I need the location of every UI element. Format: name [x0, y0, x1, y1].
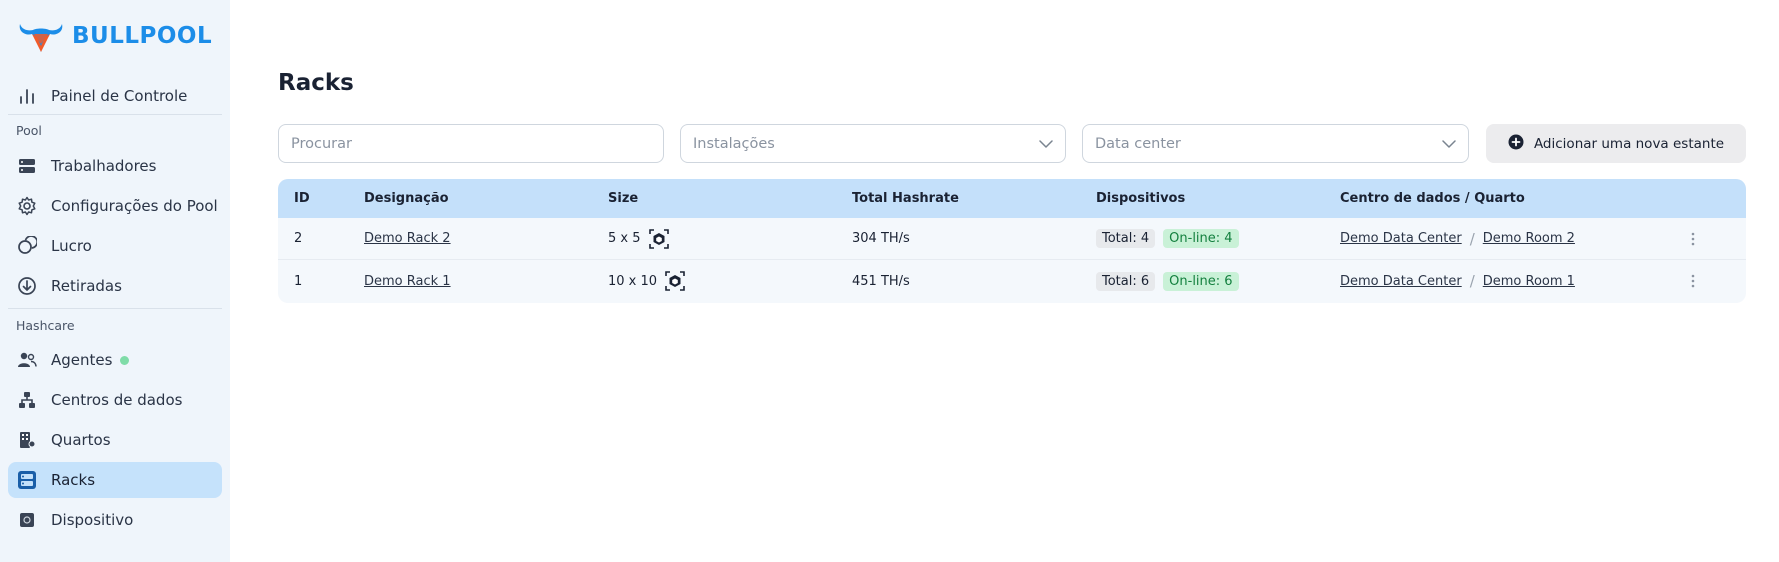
rack-size: 5 x 5: [608, 231, 641, 246]
bull-logo-icon: [19, 24, 63, 52]
sidebar-item-racks[interactable]: Racks: [8, 462, 222, 498]
header-designation: Designação: [364, 191, 449, 206]
datacenter-link[interactable]: Demo Data Center: [1340, 231, 1462, 246]
table-row[interactable]: 1 Demo Rack 1 10 x 10 451 TH/s Total: 6 …: [278, 260, 1746, 302]
sidebar-item-agents[interactable]: Agentes: [8, 342, 222, 378]
datacenter-link[interactable]: Demo Data Center: [1340, 274, 1462, 289]
sidebar-item-label: Painel de Controle: [51, 87, 188, 105]
sidebar-divider: [8, 308, 222, 309]
page-title: Racks: [278, 70, 354, 96]
header-id: ID: [294, 191, 310, 206]
building-icon: [16, 429, 38, 451]
sidebar: BULLPOOL Painel de Controle Pool Trabalh…: [0, 0, 230, 562]
chevron-down-icon: [1039, 136, 1053, 152]
server-icon: [16, 155, 38, 177]
row-id: 2: [294, 231, 303, 246]
installations-select[interactable]: Instalações: [680, 124, 1066, 163]
sidebar-item-profit[interactable]: Lucro: [8, 228, 222, 264]
online-status-dot: [120, 355, 130, 365]
sidebar-item-device[interactable]: Dispositivo: [8, 502, 222, 538]
devices-total-badge: Total: 4: [1096, 229, 1156, 248]
rack-name-link[interactable]: Demo Rack 1: [364, 274, 451, 289]
brand-name: BULLPOOL: [72, 23, 213, 49]
add-rack-label: Adicionar uma nova estante: [1533, 135, 1725, 152]
sidebar-item-dashboard[interactable]: Painel de Controle: [8, 78, 222, 114]
sidebar-item-label: Lucro: [51, 237, 92, 255]
sidebar-item-withdrawals[interactable]: Retiradas: [8, 268, 222, 304]
row-menu-icon[interactable]: [1691, 218, 1695, 259]
rack-hashrate: 304 TH/s: [852, 231, 910, 246]
header-devices: Dispositivos: [1096, 191, 1186, 206]
devices-total-badge: Total: 6: [1096, 271, 1156, 291]
hierarchy-icon: [16, 389, 38, 411]
3d-view-icon[interactable]: [648, 228, 669, 249]
table-header: ID Designação Size Total Hashrate Dispos…: [278, 179, 1746, 218]
add-rack-button[interactable]: Adicionar uma nova estante: [1486, 124, 1746, 163]
room-link[interactable]: Demo Room 1: [1483, 274, 1575, 289]
users-icon: [16, 349, 38, 371]
separator: /: [1469, 272, 1475, 290]
devices-online-badge: On-line: 4: [1163, 229, 1239, 248]
datacenter-select[interactable]: Data center: [1082, 124, 1469, 163]
sidebar-divider: [8, 114, 222, 115]
sidebar-item-label: Retiradas: [51, 277, 122, 295]
gear-icon: [16, 195, 38, 217]
sidebar-item-label: Centros de dados: [51, 391, 183, 409]
rack-name-link[interactable]: Demo Rack 2: [364, 231, 451, 246]
3d-view-icon[interactable]: [665, 271, 685, 291]
search-input[interactable]: Procurar: [278, 124, 664, 163]
chevron-down-icon: [1442, 136, 1456, 152]
rack-size: 10 x 10: [608, 273, 658, 289]
rack-hashrate: 451 TH/s: [852, 273, 910, 289]
sidebar-item-label: Agentes: [51, 351, 113, 369]
racks-table: ID Designação Size Total Hashrate Dispos…: [278, 179, 1746, 303]
separator: /: [1469, 229, 1475, 248]
sidebar-item-workers[interactable]: Trabalhadores: [8, 148, 222, 184]
sidebar-item-rooms[interactable]: Quartos: [8, 422, 222, 458]
chip-icon: [16, 509, 38, 531]
row-id: 1: [294, 273, 303, 289]
header-hashrate: Total Hashrate: [852, 191, 959, 206]
room-link[interactable]: Demo Room 2: [1483, 231, 1575, 246]
header-size: Size: [608, 191, 639, 206]
datacenter-placeholder: Data center: [1095, 135, 1181, 152]
sidebar-item-label: Trabalhadores: [51, 157, 157, 175]
bullpool-logo[interactable]: BULLPOOL: [16, 18, 212, 54]
table-row[interactable]: 2 Demo Rack 2 5 x 5 304 TH/s Total: 4 On…: [278, 218, 1746, 260]
sidebar-item-label: Configurações do Pool: [51, 197, 218, 215]
search-placeholder: Procurar: [291, 135, 352, 152]
download-circle-icon: [16, 275, 38, 297]
section-label-hashcare: Hashcare: [16, 318, 75, 333]
coins-icon: [16, 235, 38, 257]
header-datacenter-room: Centro de dados / Quarto: [1340, 191, 1525, 206]
sidebar-item-label: Racks: [51, 471, 96, 489]
rack-icon: [16, 469, 38, 491]
section-label-pool: Pool: [16, 123, 42, 138]
bar-chart-icon: [16, 85, 38, 107]
sidebar-item-datacenters[interactable]: Centros de dados: [8, 382, 222, 418]
sidebar-item-pool-settings[interactable]: Configurações do Pool: [8, 188, 222, 224]
plus-circle-icon: [1508, 134, 1524, 154]
devices-online-badge: On-line: 6: [1163, 271, 1239, 291]
installations-placeholder: Instalações: [693, 135, 775, 152]
sidebar-item-label: Dispositivo: [51, 511, 134, 529]
row-menu-icon[interactable]: [1691, 260, 1695, 302]
sidebar-item-label: Quartos: [51, 431, 111, 449]
